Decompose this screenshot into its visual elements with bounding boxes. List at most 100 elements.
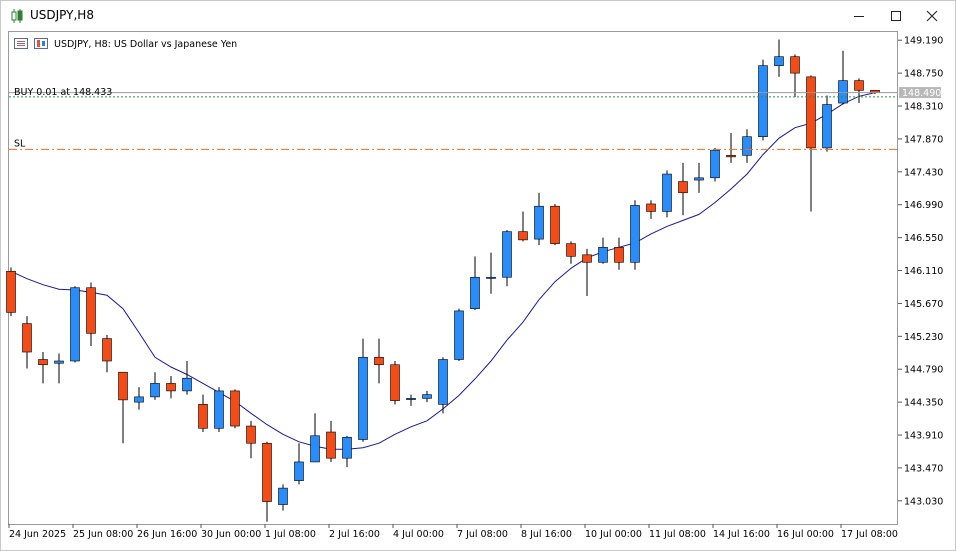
price-tick-label: 146.550: [904, 233, 943, 244]
candle[interactable]: [758, 59, 768, 141]
bear-candle-body: [646, 203, 656, 212]
bull-candle-body: [838, 80, 848, 104]
bull-candle-body: [598, 247, 608, 263]
bull-candle-body: [454, 310, 464, 360]
bear-candle-body: [198, 404, 208, 429]
price-tick-label: 143.910: [904, 431, 943, 442]
chart-mode-icon[interactable]: [34, 38, 48, 49]
candle[interactable]: [630, 200, 640, 270]
bear-candle-body: [518, 231, 528, 241]
price-tick-label: 148.750: [904, 69, 943, 80]
time-tick-label: 30 Jun 00:00: [201, 529, 261, 540]
candle[interactable]: [710, 147, 720, 182]
time-tick-label: 16 Jul 00:00: [777, 529, 834, 540]
time-tick-label: 24 Jun 2025: [9, 529, 66, 540]
time-tick-label: 26 Jun 16:00: [137, 529, 197, 540]
bear-candle-body: [118, 371, 128, 401]
stop-loss-label: SL: [14, 138, 26, 149]
price-tick-label: 147.870: [904, 134, 943, 145]
bear-candle-body: [246, 425, 256, 444]
bull-candle-body: [134, 396, 144, 403]
price-tick-label: 149.190: [904, 36, 943, 47]
bull-candle-body: [758, 65, 768, 137]
bear-candle-body: [566, 243, 576, 257]
candle[interactable]: [454, 308, 464, 361]
time-tick-label: 17 Jul 08:00: [841, 529, 898, 540]
bear-candle-body: [790, 56, 800, 74]
bear-candle-body: [550, 205, 560, 244]
time-tick-label: 2 Jul 16:00: [329, 529, 380, 540]
minimize-icon: [854, 16, 864, 17]
bull-candle-body: [310, 435, 320, 463]
price-tick-label: 145.670: [904, 299, 943, 310]
bear-candle-body: [854, 80, 864, 91]
bull-candle-body: [630, 205, 640, 263]
bull-candle-body: [822, 104, 832, 149]
bull-candle-body: [70, 287, 80, 362]
candlestick-chart-icon: [11, 9, 23, 23]
price-tick-label: 144.790: [904, 365, 943, 376]
time-tick-label: 8 Jul 16:00: [521, 529, 572, 540]
bull-candle-body: [54, 360, 64, 364]
bull-candle-body: [502, 231, 512, 278]
bull-candle-body: [182, 377, 192, 392]
bear-candle-body: [678, 181, 688, 194]
maximize-icon: [891, 11, 901, 21]
maximize-button[interactable]: [878, 1, 914, 31]
time-tick-label: 7 Jul 08:00: [457, 529, 508, 540]
price-tick-label: 143.030: [904, 496, 943, 507]
bull-candle-body: [470, 276, 480, 309]
candle[interactable]: [550, 203, 560, 246]
symbol-description: USDJPY, H8: US Dollar vs Japanese Yen: [54, 39, 237, 50]
bull-candle-body: [438, 359, 448, 405]
bull-candle-body: [662, 173, 672, 212]
bull-candle-body: [534, 205, 544, 240]
candle[interactable]: [230, 389, 240, 429]
bear-candle-body: [166, 383, 176, 392]
minimize-button[interactable]: [841, 1, 877, 31]
time-tick-label: 10 Jul 00:00: [585, 529, 642, 540]
time-axis[interactable]: 24 Jun 2025 25 Jun 08:00 26 Jun 16:00 30 Ju…: [8, 524, 898, 540]
bear-candle-body: [726, 155, 736, 158]
price-tick-label: 144.350: [904, 398, 943, 409]
bull-candle-body: [150, 383, 160, 398]
price-tick-label: 148.310: [904, 102, 943, 113]
bull-candle-body: [710, 149, 720, 179]
bear-candle-body: [390, 364, 400, 401]
bull-candle-body: [342, 436, 352, 459]
current-price-tag-text: 148.490: [902, 88, 941, 99]
buy-level-label: BUY 0.01 at 148.433: [14, 87, 112, 98]
candle[interactable]: [6, 267, 16, 317]
time-tick-label: 25 Jun 08:00: [73, 529, 133, 540]
candle[interactable]: [214, 387, 224, 433]
time-tick-label: 11 Jul 08:00: [649, 529, 706, 540]
bull-candle-body: [422, 394, 432, 399]
bull-candle-body: [694, 177, 704, 181]
bull-candle-body: [214, 390, 224, 429]
bear-candle-body: [22, 323, 32, 353]
bull-candle-body: [742, 136, 752, 156]
trade-panel-icon[interactable]: [14, 38, 28, 49]
price-tick-label: 146.990: [904, 200, 943, 211]
candle[interactable]: [662, 170, 672, 218]
close-button[interactable]: [914, 1, 950, 31]
bear-candle-body: [86, 287, 96, 334]
bear-candle-body: [6, 270, 16, 313]
candle[interactable]: [390, 360, 400, 405]
time-tick-label: 14 Jul 16:00: [713, 529, 770, 540]
candle[interactable]: [70, 286, 80, 363]
price-tick-label: 146.110: [904, 266, 943, 277]
bull-candle-body: [486, 276, 496, 279]
bull-candle-body: [406, 398, 416, 400]
title-bar[interactable]: USDJPY,H8: [1, 1, 955, 31]
bear-candle-body: [582, 254, 592, 263]
chart-window: USDJPY,H8 USDJPY, H8: US Dollar vs Japan…: [0, 0, 956, 551]
bear-candle-body: [38, 359, 48, 366]
time-tick-label: 4 Jul 00:00: [393, 529, 444, 540]
bear-candle-body: [262, 442, 272, 502]
price-chart[interactable]: USDJPY, H8: US Dollar vs Japanese Yen BU…: [1, 31, 955, 551]
bull-candle-body: [774, 56, 784, 66]
bear-candle-body: [374, 356, 384, 366]
price-axis[interactable]: 149.190 148.750 148.310 147.870 147.430 146.9…: [898, 36, 943, 508]
price-tick-label: 145.230: [904, 332, 943, 343]
